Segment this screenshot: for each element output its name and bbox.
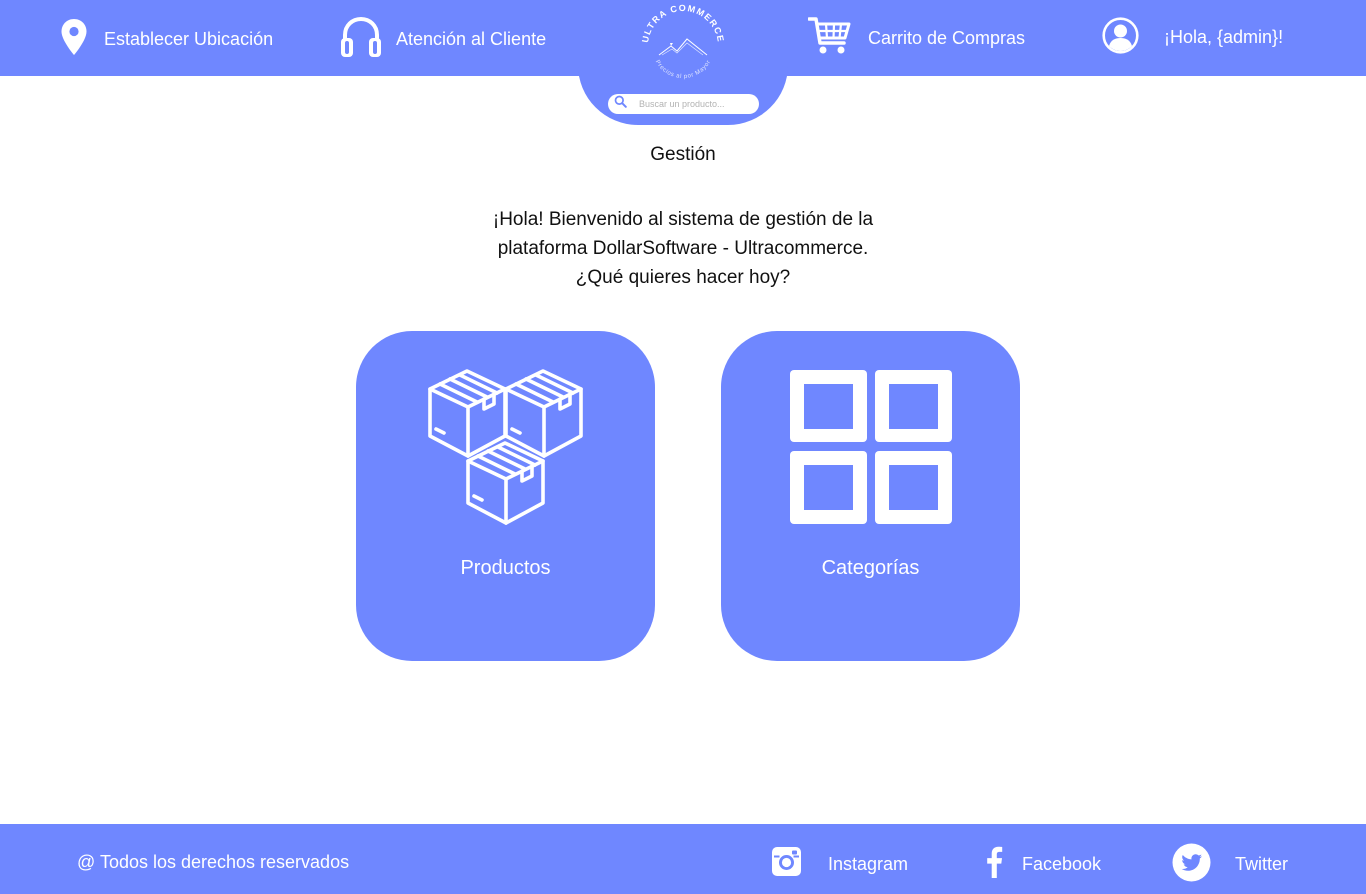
customer-support-link[interactable]: Atención al Cliente — [340, 16, 546, 63]
user-avatar-icon — [1102, 17, 1139, 59]
twitter-label: Twitter — [1235, 853, 1289, 874]
twitter-link[interactable]: Twitter — [1172, 843, 1288, 887]
page: Establecer Ubicación Atención al Cliente — [0, 0, 1366, 894]
customer-support-label: Atención al Cliente — [396, 29, 547, 49]
instagram-label: Instagram — [828, 853, 909, 874]
shopping-cart-label: Carrito de Compras — [868, 28, 1026, 48]
shopping-cart-link[interactable]: Carrito de Compras — [807, 16, 1026, 61]
headphones-icon — [340, 16, 382, 63]
twitter-icon — [1172, 843, 1211, 887]
svg-text:ULTRA COMMERCE: ULTRA COMMERCE — [640, 4, 726, 43]
search-bar[interactable] — [608, 94, 759, 114]
location-pin-icon — [60, 18, 88, 61]
facebook-link[interactable]: Facebook — [985, 846, 1101, 883]
copyright-notice: @ Todos los derechos reservados — [77, 852, 350, 872]
shopping-cart-icon — [807, 16, 851, 61]
facebook-icon — [985, 846, 1003, 883]
ultra-commerce-logo[interactable]: ULTRA COMMERCE Precios al por Mayor — [637, 3, 729, 88]
instagram-link[interactable]: Instagram — [771, 846, 908, 882]
categories-card-label: Categorías — [821, 557, 920, 579]
set-location-label: Establecer Ubicación — [104, 29, 274, 49]
categories-card[interactable]: Categorías — [721, 331, 1020, 661]
boxes-icon — [356, 331, 655, 531]
products-card[interactable]: Productos — [356, 331, 655, 661]
facebook-label: Facebook — [1022, 854, 1102, 874]
instagram-icon — [771, 846, 802, 882]
set-location-link[interactable]: Establecer Ubicación — [60, 18, 273, 61]
page-title: Gestión — [650, 144, 716, 165]
search-input[interactable] — [639, 99, 749, 109]
search-icon — [614, 95, 627, 113]
user-account-menu[interactable]: ¡Hola, {admin}! — [1102, 17, 1283, 59]
user-greeting: ¡Hola, {admin}! — [1164, 26, 1284, 47]
grid-icon — [721, 331, 1020, 531]
footer: @ Todos los derechos reservados Instagra… — [0, 824, 1366, 894]
welcome-message: ¡Hola! Bienvenido al sistema de gestión … — [492, 209, 874, 288]
products-card-label: Productos — [460, 557, 551, 579]
svg-text:Precios al por Mayor: Precios al por Mayor — [654, 59, 712, 80]
